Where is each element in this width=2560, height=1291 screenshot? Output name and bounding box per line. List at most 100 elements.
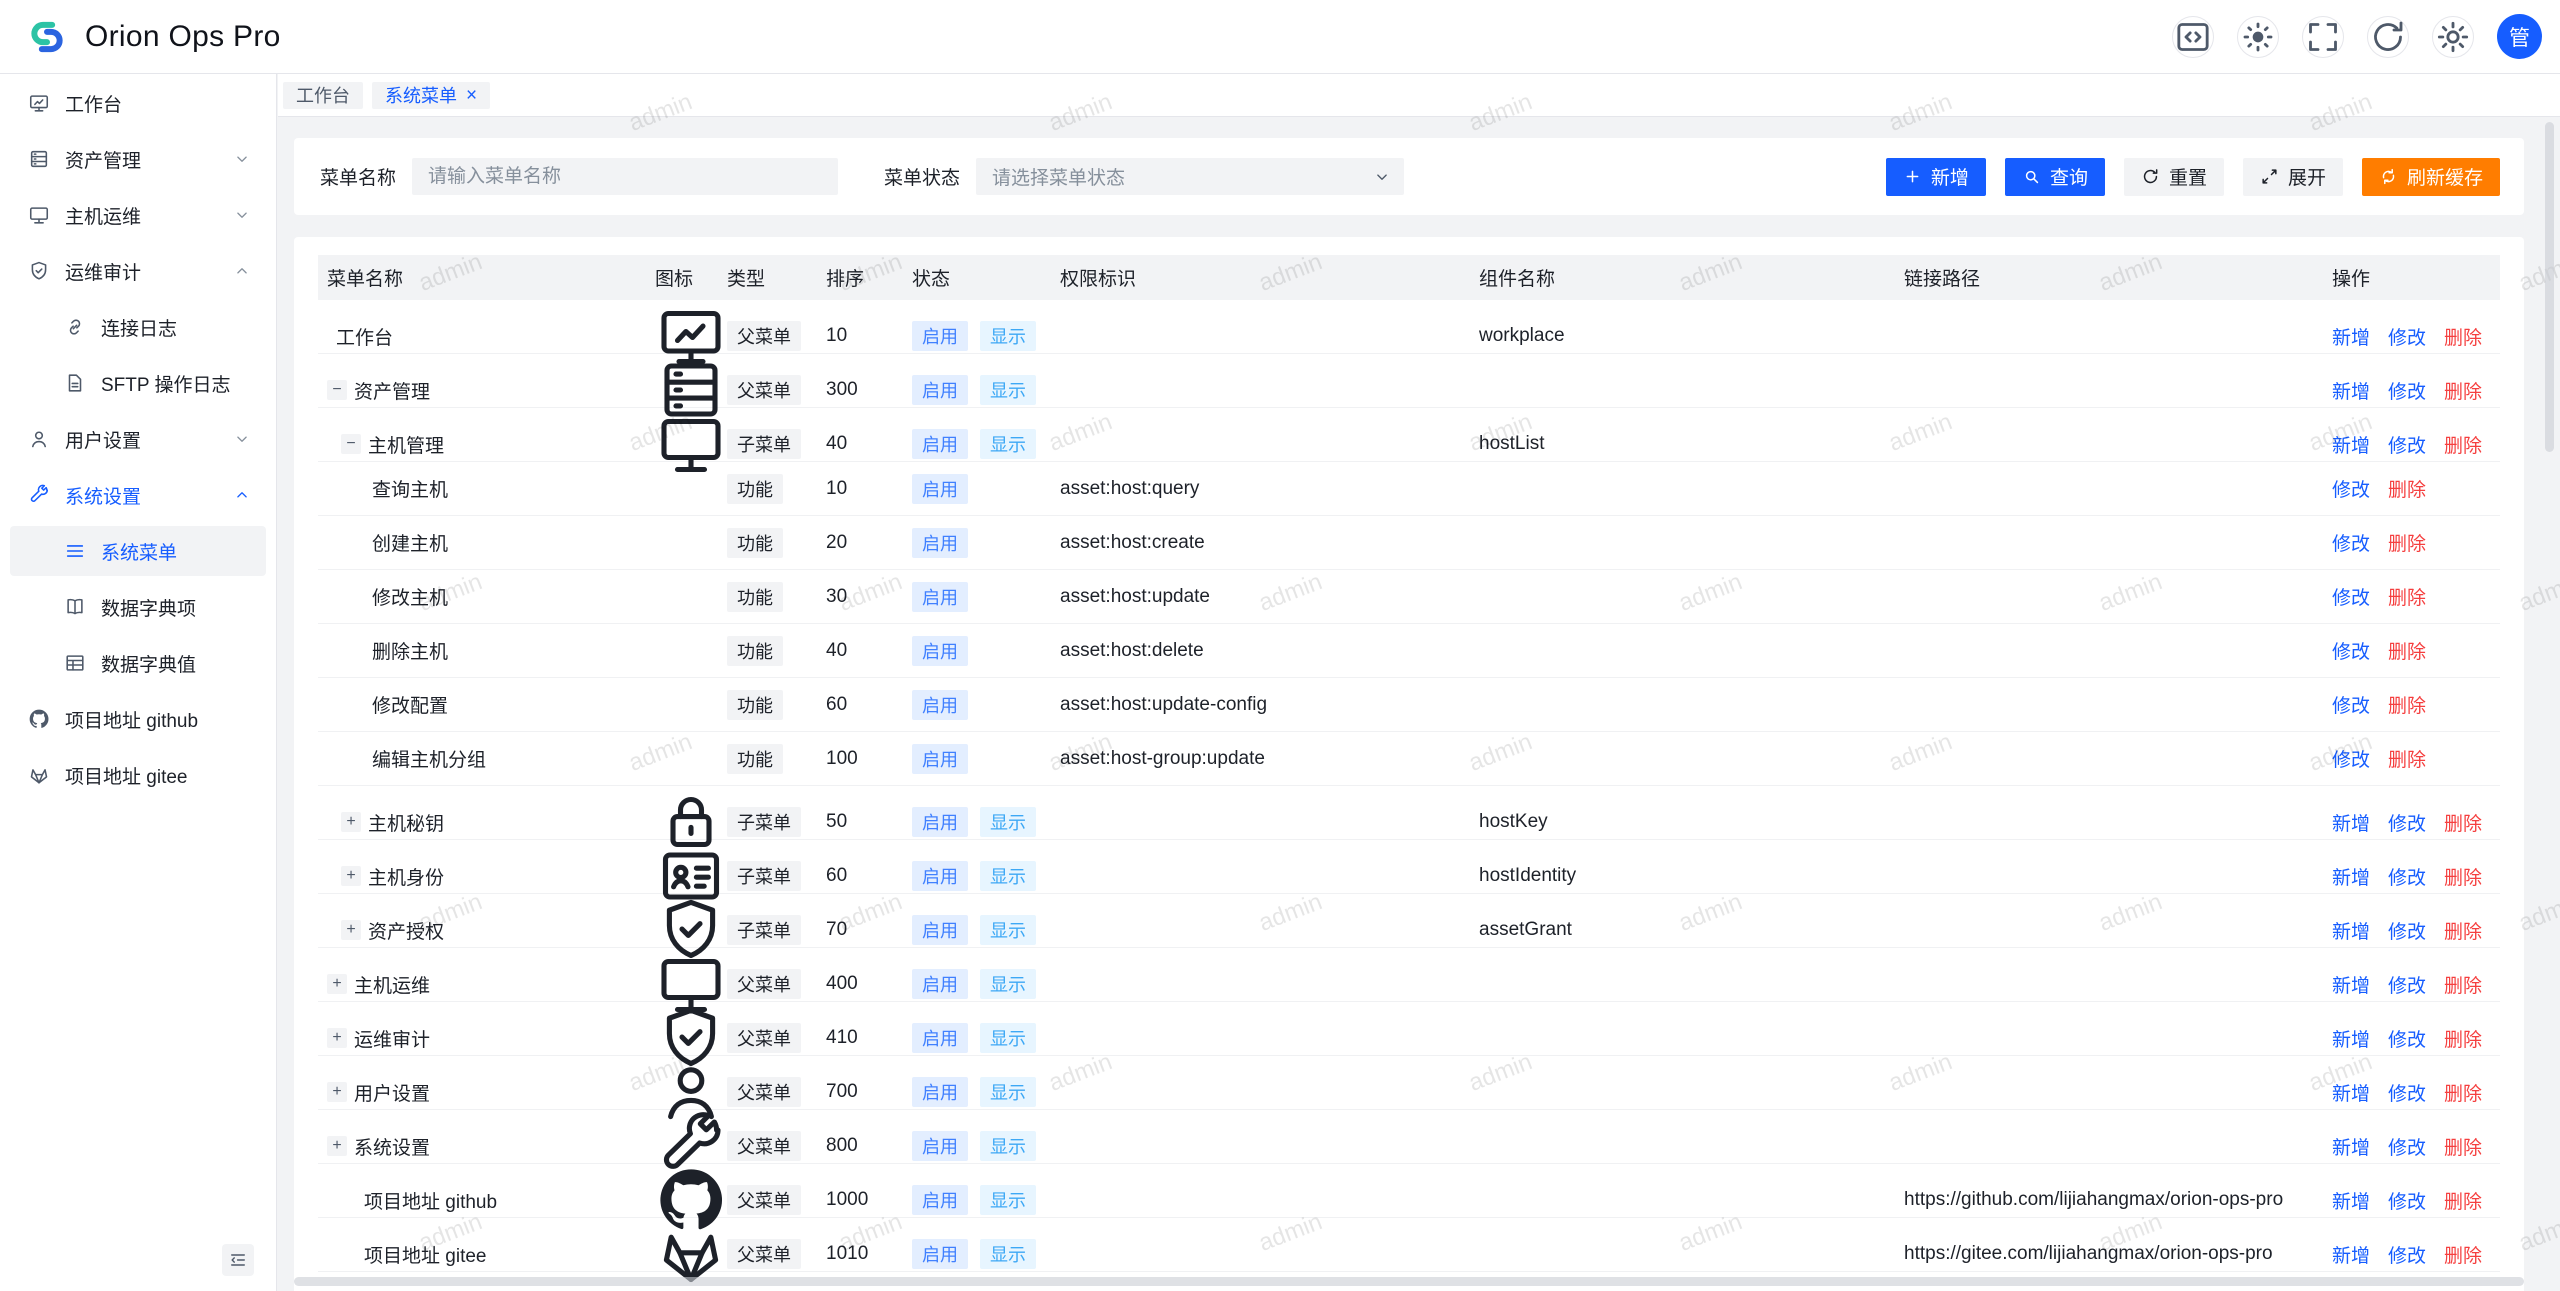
edit-link[interactable]: 修改 <box>2388 863 2426 890</box>
column-header: 类型 <box>727 264 826 291</box>
sidebar-item-dict-values[interactable]: 数据字典值 <box>10 638 266 688</box>
sidebar-collapse-button[interactable] <box>222 1244 254 1276</box>
delete-link[interactable]: 删除 <box>2388 529 2426 556</box>
add-link[interactable]: 新增 <box>2332 809 2370 836</box>
edit-link[interactable]: 修改 <box>2388 1241 2426 1268</box>
delete-link[interactable]: 删除 <box>2444 917 2482 944</box>
edit-link[interactable]: 修改 <box>2332 529 2370 556</box>
horizontal-scrollbar-thumb[interactable] <box>294 1277 2524 1286</box>
edit-link[interactable]: 修改 <box>2388 1133 2426 1160</box>
menu-type-cell: 父菜单 <box>727 969 826 999</box>
sidebar-item-workbench[interactable]: 工作台 <box>10 78 266 128</box>
add-link[interactable]: 新增 <box>2332 1241 2370 1268</box>
collapse-row-button[interactable]: − <box>341 434 361 454</box>
menu-name: 运维审计 <box>354 1025 430 1052</box>
sidebar-item-dict-keys[interactable]: 数据字典项 <box>10 582 266 632</box>
code-window-icon[interactable] <box>2172 16 2214 58</box>
type-tag: 父菜单 <box>727 375 801 405</box>
add-link[interactable]: 新增 <box>2332 431 2370 458</box>
expand-row-button[interactable]: + <box>341 866 361 886</box>
settings-icon[interactable] <box>2432 16 2474 58</box>
delete-link[interactable]: 删除 <box>2388 691 2426 718</box>
tab-system-menu[interactable]: 系统菜单× <box>372 82 490 109</box>
delete-link[interactable]: 删除 <box>2444 1187 2482 1214</box>
add-link[interactable]: 新增 <box>2332 971 2370 998</box>
sidebar-item-sftp-log[interactable]: SFTP 操作日志 <box>10 358 266 408</box>
refresh-icon[interactable] <box>2367 16 2409 58</box>
menu-name-input[interactable] <box>412 158 838 195</box>
edit-link[interactable]: 修改 <box>2388 1079 2426 1106</box>
delete-link[interactable]: 删除 <box>2444 1079 2482 1106</box>
brand[interactable]: Orion Ops Pro <box>24 14 281 60</box>
expand-row-button[interactable]: + <box>341 812 361 832</box>
add-link[interactable]: 新增 <box>2332 1025 2370 1052</box>
sidebar-item-ops-audit[interactable]: 运维审计 <box>10 246 266 296</box>
table-row: +系统设置父菜单800启用显示新增修改删除 <box>318 1110 2500 1164</box>
delete-link[interactable]: 删除 <box>2444 809 2482 836</box>
edit-link[interactable]: 修改 <box>2388 323 2426 350</box>
edit-link[interactable]: 修改 <box>2332 691 2370 718</box>
search-button[interactable]: 查询 <box>2005 158 2105 196</box>
user-avatar[interactable]: 管 <box>2497 14 2542 59</box>
fullscreen-icon[interactable] <box>2302 16 2344 58</box>
delete-link[interactable]: 删除 <box>2388 637 2426 664</box>
gitee-icon <box>28 764 50 786</box>
edit-link[interactable]: 修改 <box>2332 745 2370 772</box>
delete-link[interactable]: 删除 <box>2444 1025 2482 1052</box>
edit-link[interactable]: 修改 <box>2388 1025 2426 1052</box>
expand-row-button[interactable]: + <box>327 1028 347 1048</box>
add-link[interactable]: 新增 <box>2332 377 2370 404</box>
delete-link[interactable]: 删除 <box>2388 475 2426 502</box>
delete-link[interactable]: 删除 <box>2444 1133 2482 1160</box>
close-icon[interactable]: × <box>466 86 477 105</box>
delete-link[interactable]: 删除 <box>2444 971 2482 998</box>
vertical-scrollbar-thumb[interactable] <box>2545 122 2554 452</box>
add-button[interactable]: 新增 <box>1886 158 1986 196</box>
edit-link[interactable]: 修改 <box>2388 971 2426 998</box>
delete-link[interactable]: 删除 <box>2444 323 2482 350</box>
tab-workbench[interactable]: 工作台 <box>283 82 363 109</box>
delete-link[interactable]: 删除 <box>2388 745 2426 772</box>
edit-link[interactable]: 修改 <box>2388 1187 2426 1214</box>
expand-row-button[interactable]: + <box>327 1082 347 1102</box>
edit-link[interactable]: 修改 <box>2332 637 2370 664</box>
edit-link[interactable]: 修改 <box>2388 431 2426 458</box>
add-link[interactable]: 新增 <box>2332 1079 2370 1106</box>
sidebar-item-connect-log[interactable]: 连接日志 <box>10 302 266 352</box>
add-link[interactable]: 新增 <box>2332 917 2370 944</box>
edit-link[interactable]: 修改 <box>2388 377 2426 404</box>
collapse-row-button[interactable]: − <box>327 380 347 400</box>
sidebar-item-user-settings[interactable]: 用户设置 <box>10 414 266 464</box>
expand-row-button[interactable]: + <box>341 920 361 940</box>
delete-link[interactable]: 删除 <box>2444 1241 2482 1268</box>
brightness-icon[interactable] <box>2237 16 2279 58</box>
chevron-up-icon <box>233 262 251 280</box>
add-link[interactable]: 新增 <box>2332 1187 2370 1214</box>
sidebar-item-asset-management[interactable]: 资产管理 <box>10 134 266 184</box>
reset-button[interactable]: 重置 <box>2124 158 2224 196</box>
delete-link[interactable]: 删除 <box>2388 583 2426 610</box>
edit-link[interactable]: 修改 <box>2332 475 2370 502</box>
edit-link[interactable]: 修改 <box>2388 917 2426 944</box>
add-link[interactable]: 新增 <box>2332 323 2370 350</box>
add-link[interactable]: 新增 <box>2332 863 2370 890</box>
sidebar-item-project-github[interactable]: 项目地址 github <box>10 694 266 744</box>
add-link[interactable]: 新增 <box>2332 1133 2370 1160</box>
refresh-cache-button[interactable]: 刷新缓存 <box>2362 158 2500 196</box>
expand-row-button[interactable]: + <box>327 974 347 994</box>
menu-status-select[interactable]: 请选择菜单状态 <box>976 158 1404 195</box>
sidebar-item-project-gitee[interactable]: 项目地址 gitee <box>10 750 266 800</box>
column-header: 链接路径 <box>1904 264 2332 291</box>
delete-link[interactable]: 删除 <box>2444 863 2482 890</box>
expand-button[interactable]: 展开 <box>2243 158 2343 196</box>
sort-cell: 300 <box>826 379 912 401</box>
expand-row-button[interactable]: + <box>327 1136 347 1156</box>
menu-table-card: 菜单名称图标类型排序状态权限标识组件名称链接路径操作 工作台父菜单10启用显示w… <box>294 237 2524 1291</box>
sidebar-item-system-settings[interactable]: 系统设置 <box>10 470 266 520</box>
delete-link[interactable]: 删除 <box>2444 377 2482 404</box>
edit-link[interactable]: 修改 <box>2332 583 2370 610</box>
sidebar-item-host-ops[interactable]: 主机运维 <box>10 190 266 240</box>
edit-link[interactable]: 修改 <box>2388 809 2426 836</box>
sidebar-item-system-menu[interactable]: 系统菜单 <box>10 526 266 576</box>
delete-link[interactable]: 删除 <box>2444 431 2482 458</box>
